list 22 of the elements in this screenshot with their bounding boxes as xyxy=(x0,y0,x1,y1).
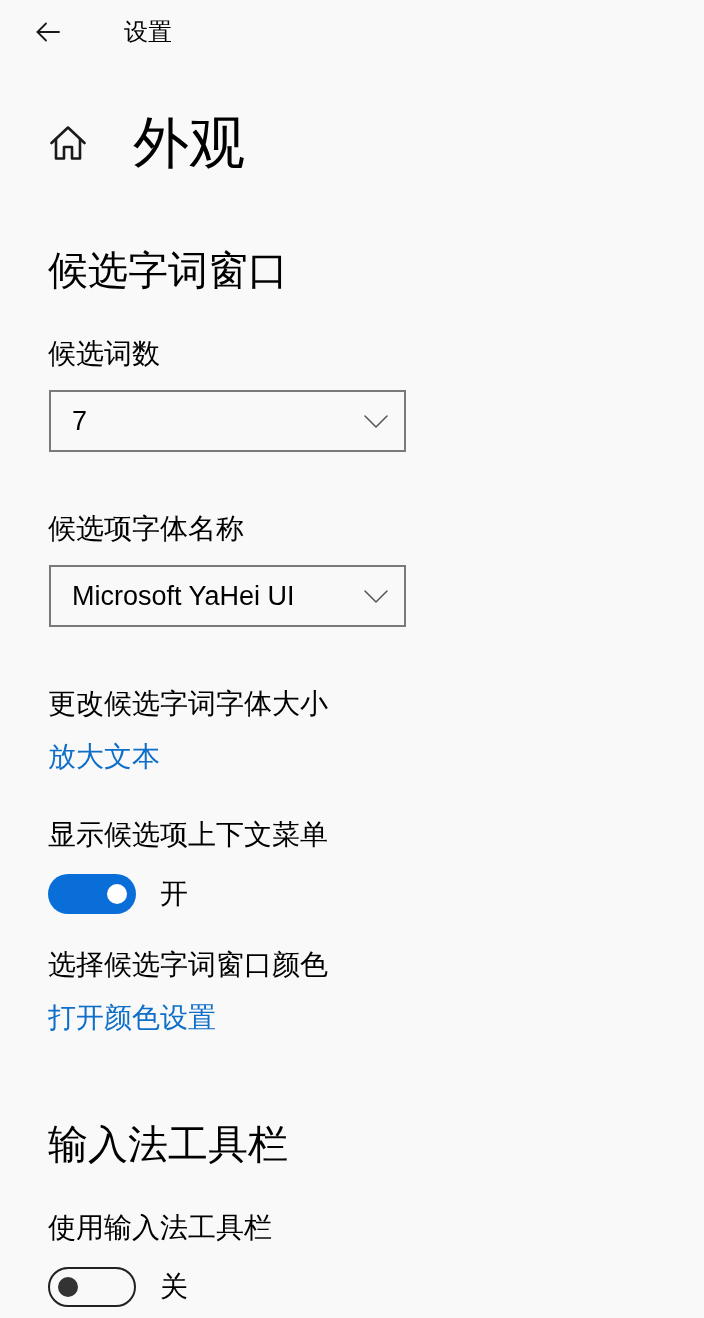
home-icon[interactable] xyxy=(50,126,86,160)
setting-label: 更改候选字词字体大小 xyxy=(48,687,329,721)
settings-link[interactable]: 放大文本 xyxy=(48,739,160,775)
chevron-down-icon xyxy=(364,414,388,428)
setting-label: 使用输入法工具栏 xyxy=(48,1211,273,1245)
toggle-state-label: 开 xyxy=(160,877,188,911)
settings-link[interactable]: 打开颜色设置 xyxy=(48,1000,216,1036)
setting-label: 候选项字体名称 xyxy=(48,512,245,546)
window-title: 设置 xyxy=(124,17,172,47)
page-title: 外观 xyxy=(133,110,245,176)
chevron-down-icon xyxy=(364,589,388,603)
dropdown-field[interactable]: 7 xyxy=(49,390,406,452)
dropdown-field[interactable]: Microsoft YaHei UI xyxy=(49,565,406,627)
back-arrow-icon[interactable] xyxy=(36,22,60,42)
section-heading: 候选字词窗口 xyxy=(48,247,289,294)
section-heading: 输入法工具栏 xyxy=(48,1121,289,1168)
toggle-state-label: 关 xyxy=(160,1270,188,1304)
setting-label: 选择候选字词窗口颜色 xyxy=(48,948,329,982)
setting-label: 显示候选项上下文菜单 xyxy=(48,818,329,852)
toggle-switch[interactable] xyxy=(48,1267,136,1307)
setting-label: 候选词数 xyxy=(48,337,161,371)
toggle-switch[interactable] xyxy=(48,874,136,914)
